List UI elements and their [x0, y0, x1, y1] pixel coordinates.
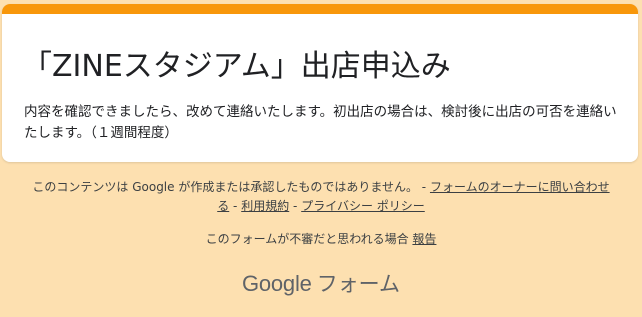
separator: -	[417, 180, 430, 194]
report-link[interactable]: 報告	[412, 232, 436, 246]
google-forms-logo[interactable]: Google フォーム	[0, 269, 642, 302]
disclaimer-text: このコンテンツは Google が作成または承認したものではありません。	[32, 180, 418, 194]
disclaimer: このコンテンツは Google が作成または承認したものではありません。 - フ…	[30, 178, 612, 216]
terms-link[interactable]: 利用規約	[241, 199, 289, 213]
report-line: このフォームが不審だと思われる場合 報告	[0, 230, 642, 249]
separator: -	[289, 199, 302, 213]
form-description: 内容を確認できましたら、改めて連絡いたします。初出店の場合は、検討後に出店の可否…	[24, 104, 617, 141]
form-title: 「ZINEスタジアム」出店申込み	[22, 49, 451, 84]
privacy-policy-link[interactable]: プライバシー ポリシー	[301, 199, 425, 213]
form-footer: このコンテンツは Google が作成または承認したものではありません。 - フ…	[0, 178, 642, 302]
google-wordmark: Google	[241, 271, 312, 296]
forms-wordmark: フォーム	[316, 272, 401, 296]
report-text: このフォームが不審だと思われる場合	[205, 232, 413, 246]
separator: -	[229, 199, 242, 213]
theme-accent-bar	[2, 4, 638, 14]
form-header-card: 「ZINEスタジアム」出店申込み 内容を確認できましたら、改めて連絡いたします。…	[2, 4, 638, 162]
